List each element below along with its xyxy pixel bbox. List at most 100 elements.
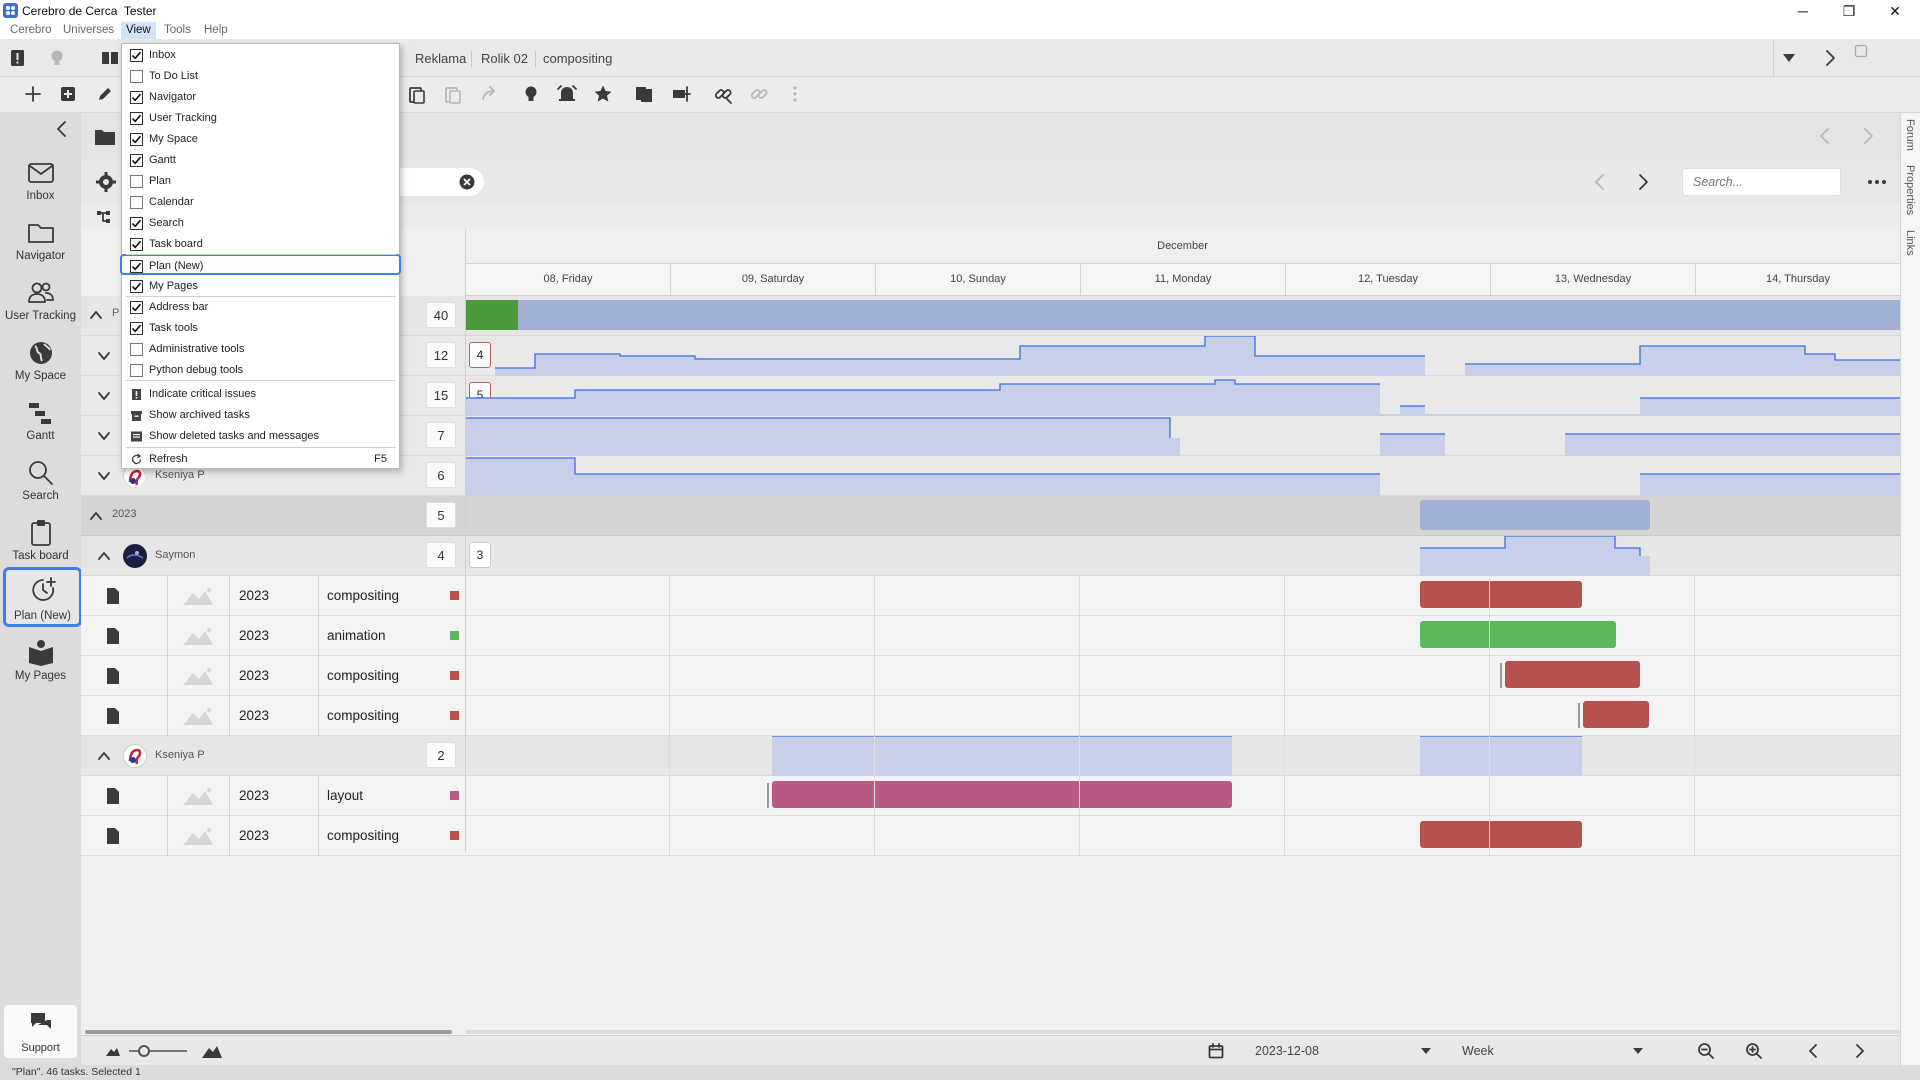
date-field[interactable]: 2023-12-08: [1255, 1044, 1319, 1058]
task-bar[interactable]: [1420, 821, 1582, 848]
more-horizontal-icon[interactable]: [1867, 179, 1887, 185]
breadcrumb-compositing[interactable]: compositing: [543, 51, 612, 66]
sidebar-item-my-space[interactable]: My Space: [0, 330, 81, 388]
menu-item-search[interactable]: Search: [122, 213, 399, 234]
alarm-icon[interactable]: [557, 84, 577, 104]
checkbox-checked-icon[interactable]: [130, 49, 143, 62]
breadcrumb-rolik[interactable]: Rolik 02: [481, 51, 528, 66]
task-bar[interactable]: [772, 781, 1232, 808]
chevron-down-icon[interactable]: [97, 429, 111, 443]
zoom-in-icon[interactable]: [1745, 1042, 1763, 1060]
links-tab[interactable]: Links: [1904, 230, 1916, 256]
breadcrumb-reklama[interactable]: Reklama: [415, 51, 466, 66]
splitter[interactable]: [465, 229, 466, 852]
chevron-down-icon[interactable]: [97, 469, 111, 483]
task-bar[interactable]: [1420, 621, 1616, 648]
next-period-icon[interactable]: [1854, 1043, 1866, 1059]
menu-item-calendar[interactable]: Calendar: [122, 192, 399, 213]
chevron-right-icon[interactable]: [1861, 127, 1875, 145]
menu-item-plan-new[interactable]: Plan (New): [120, 254, 401, 275]
menu-item-task-board[interactable]: Task board: [122, 234, 399, 255]
checkbox-checked-icon[interactable]: [130, 154, 143, 167]
chevron-left-icon[interactable]: [1818, 127, 1832, 145]
date-dropdown-icon[interactable]: [1421, 1047, 1431, 1055]
layout-icon[interactable]: [100, 48, 120, 68]
menu-item-show-archived-tasks[interactable]: Show archived tasks: [122, 405, 399, 426]
task-row[interactable]: 2023 compositing: [81, 696, 1900, 736]
task-row[interactable]: 2023 compositing: [81, 816, 1900, 856]
menu-help[interactable]: Help: [204, 24, 228, 36]
menu-item-refresh[interactable]: Refresh F5: [122, 449, 399, 470]
task-icon[interactable]: [8, 48, 28, 68]
checkbox-checked-icon[interactable]: [130, 280, 143, 293]
menu-item-indicate-critical-issues[interactable]: Indicate critical issues: [122, 384, 399, 405]
checkbox-unchecked-icon[interactable]: [130, 364, 143, 377]
menu-item-inbox[interactable]: Inbox: [122, 45, 399, 66]
chevron-right-icon[interactable]: [1823, 49, 1837, 67]
menu-item-gantt[interactable]: Gantt: [122, 150, 399, 171]
link-icon[interactable]: [713, 84, 733, 104]
previous-period-icon[interactable]: [1807, 1043, 1819, 1059]
menu-item-show-deleted-tasks-and-messages[interactable]: Show deleted tasks and messages: [122, 426, 399, 447]
scale-select[interactable]: Week: [1462, 1044, 1494, 1058]
checkbox-checked-icon[interactable]: [130, 91, 143, 104]
sidebar-item-user-tracking[interactable]: User Tracking: [0, 270, 81, 328]
checkbox-unchecked-icon[interactable]: [130, 70, 143, 83]
checkbox-unchecked-icon[interactable]: [130, 196, 143, 209]
add-subtask-icon[interactable]: [59, 85, 77, 103]
checkbox-checked-icon[interactable]: [130, 217, 143, 230]
gear-icon[interactable]: [95, 171, 117, 193]
menu-item-my-pages[interactable]: My Pages: [122, 276, 399, 297]
checkbox-checked-icon[interactable]: [130, 260, 143, 273]
sidebar-item-plan-new[interactable]: Plan (New): [3, 567, 82, 627]
task-bar[interactable]: [1420, 581, 1582, 608]
support-button[interactable]: Support: [4, 1005, 77, 1058]
menu-view[interactable]: View: [121, 22, 156, 39]
star-icon[interactable]: [593, 84, 613, 104]
bulb-icon[interactable]: [522, 84, 540, 104]
summary-bar[interactable]: [465, 300, 1900, 330]
collapse-sidebar-icon[interactable]: [55, 120, 69, 138]
sidebar-item-my-pages[interactable]: My Pages: [0, 630, 81, 688]
sidebar-item-task-board[interactable]: Task board: [0, 510, 81, 568]
group-row[interactable]: 2023 5: [81, 496, 1900, 536]
gantt-scroll-track[interactable]: [466, 1030, 1900, 1034]
clear-filter-icon[interactable]: [459, 174, 475, 190]
checkbox-checked-icon[interactable]: [130, 238, 143, 251]
menu-item-administrative-tools[interactable]: Administrative tools: [122, 339, 399, 360]
user-row[interactable]: Kseniya P 2: [81, 736, 1900, 776]
paste-icon[interactable]: [408, 85, 426, 105]
menu-item-plan[interactable]: Plan: [122, 171, 399, 192]
slider-handle[interactable]: [138, 1045, 150, 1057]
chevron-up-icon[interactable]: [89, 308, 103, 322]
menu-item-address-bar[interactable]: Address bar: [122, 297, 399, 318]
sidebar-item-gantt[interactable]: Gantt: [0, 390, 81, 448]
menu-item-my-space[interactable]: My Space: [122, 129, 399, 150]
task-row[interactable]: 2023 layout: [81, 776, 1900, 816]
horizontal-scrollbar[interactable]: [85, 1030, 452, 1034]
history-dropdown-icon[interactable]: [1782, 52, 1796, 64]
user-row[interactable]: Saymon 4 3: [81, 536, 1900, 576]
chevron-down-icon[interactable]: [97, 389, 111, 403]
chevron-left-icon[interactable]: [1593, 173, 1607, 191]
chevron-up-icon[interactable]: [97, 749, 111, 763]
summary-bar[interactable]: [1420, 500, 1650, 530]
sidebar-item-search[interactable]: Search: [0, 450, 81, 508]
chevron-up-icon[interactable]: [89, 509, 103, 523]
large-thumbnail-icon[interactable]: [201, 1043, 223, 1059]
menu-item-python-debug-tools[interactable]: Python debug tools: [122, 360, 399, 381]
small-thumbnail-icon[interactable]: [105, 1045, 121, 1057]
folder-icon[interactable]: [94, 127, 116, 147]
pencil-icon[interactable]: [96, 85, 114, 103]
checkbox-unchecked-icon[interactable]: [130, 175, 143, 188]
chevron-down-icon[interactable]: [97, 349, 111, 363]
checkbox-unchecked-icon[interactable]: [130, 343, 143, 356]
properties-tab[interactable]: Properties: [1904, 165, 1916, 215]
sidebar-item-inbox[interactable]: Inbox: [0, 150, 81, 208]
calendar-icon[interactable]: [1208, 1043, 1224, 1059]
menu-item-navigator[interactable]: Navigator: [122, 87, 399, 108]
search-input[interactable]: [1682, 168, 1841, 196]
task-row[interactable]: 2023 animation: [81, 616, 1900, 656]
menu-item-task-tools[interactable]: Task tools: [122, 318, 399, 339]
panel-toggle-icon[interactable]: [1854, 44, 1868, 58]
